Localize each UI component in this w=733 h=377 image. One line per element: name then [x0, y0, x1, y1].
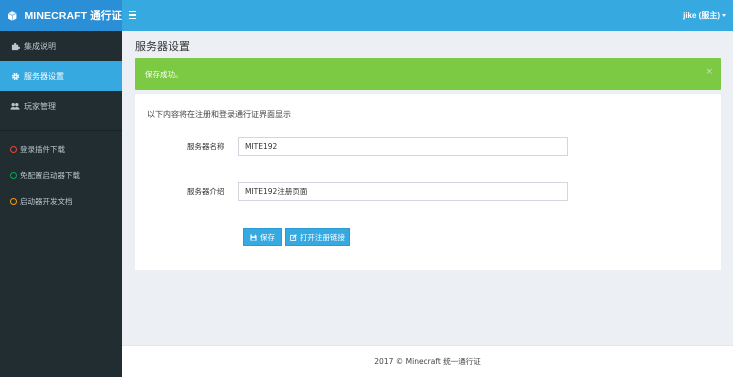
sidebar-item-integration[interactable]: 集成说明 — [0, 31, 122, 61]
sidebar-link-label: 免配置启动器下载 — [20, 170, 80, 180]
server-name-input[interactable] — [238, 137, 568, 156]
menu-toggle-icon[interactable] — [128, 7, 144, 23]
sidebar-link-login-plugin-download[interactable]: 登录插件下载 — [0, 136, 122, 162]
save-button-label: 保存 — [260, 232, 275, 242]
top-navbar: jike (服主) — [122, 0, 733, 31]
sidebar-item-player-management[interactable]: 玩家管理 — [0, 91, 122, 121]
circle-icon — [10, 197, 17, 205]
gear-icon — [10, 71, 20, 81]
server-intro-input[interactable] — [238, 182, 568, 201]
user-menu[interactable]: jike (服主) — [683, 10, 726, 21]
sidebar-link-launcher-docs[interactable]: 启动器开发文档 — [0, 188, 122, 214]
puzzle-icon — [10, 41, 20, 51]
open-register-link-button[interactable]: 打开注册链接 — [285, 228, 350, 246]
cube-icon — [7, 10, 17, 21]
users-icon — [10, 101, 20, 111]
server-name-label: 服务器名称 — [187, 142, 225, 151]
form-intro: 以下内容将在注册和登录通行证界面显示 — [147, 110, 291, 119]
settings-panel: 以下内容将在注册和登录通行证界面显示 服务器名称 服务器介绍 保存 打开注册链接 — [135, 94, 721, 270]
sidebar-link-label: 登录插件下载 — [20, 144, 65, 154]
footer: 2017 © Minecraft 统一通行证 — [122, 345, 733, 377]
alert-message: 保存成功。 — [145, 69, 183, 79]
sidebar-item-server-settings[interactable]: 服务器设置 — [0, 61, 122, 91]
open-register-link-label: 打开注册链接 — [300, 232, 345, 242]
edit-icon — [290, 233, 297, 241]
floppy-icon — [250, 233, 257, 241]
save-button[interactable]: 保存 — [243, 228, 282, 246]
sidebar-item-label: 集成说明 — [24, 41, 56, 51]
circle-icon — [10, 171, 17, 179]
sidebar-divider — [0, 130, 122, 131]
sidebar-item-label: 服务器设置 — [24, 71, 64, 81]
server-intro-label: 服务器介绍 — [187, 187, 225, 196]
success-alert: 保存成功。 × — [135, 58, 721, 90]
close-icon[interactable]: × — [705, 68, 713, 77]
sidebar-link-launcher-download[interactable]: 免配置启动器下载 — [0, 162, 122, 188]
sidebar-link-label: 启动器开发文档 — [20, 196, 73, 206]
brand[interactable]: MINECRAFT 通行证 — [0, 0, 122, 31]
sidebar-item-label: 玩家管理 — [24, 101, 56, 111]
user-name: jike (服主) — [683, 11, 720, 20]
caret-down-icon — [722, 14, 726, 18]
main-content: 服务器设置 保存成功。 × 以下内容将在注册和登录通行证界面显示 服务器名称 服… — [122, 31, 733, 345]
page-title: 服务器设置 — [135, 40, 190, 53]
footer-text: 2017 © Minecraft 统一通行证 — [374, 357, 481, 366]
circle-icon — [10, 145, 17, 153]
app-title: MINECRAFT 通行证 — [24, 10, 122, 22]
sidebar: 集成说明 服务器设置 玩家管理 登录插件下载 免配置启动器下载 启动器开发文档 — [0, 31, 122, 377]
